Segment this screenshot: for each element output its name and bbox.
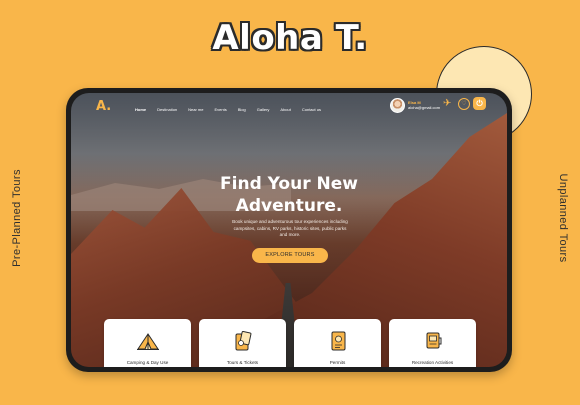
nav-home[interactable]: Home [135,107,146,112]
hero-title-line-1: Find Your New [220,174,358,194]
explore-tours-button[interactable]: EXPLORE TOURS [252,248,328,263]
heart-icon[interactable]: ♡ [458,98,470,110]
category-card-recreation[interactable]: Recreation Activities [389,319,476,367]
category-card-permits[interactable]: Permits [294,319,381,367]
nav-links: Home Destination Near me Events Blog Gal… [135,107,332,112]
ticket-icon [235,331,251,351]
category-card-camping[interactable]: Camping & Day Use [104,319,191,367]
nav-blog[interactable]: Blog [238,107,246,112]
activities-icon [426,332,441,349]
permit-icon [331,331,345,351]
nav-events[interactable]: Events [214,107,226,112]
category-label: Tours & Tickets [226,360,259,365]
category-label: Recreation Activities [411,360,454,365]
nav-about[interactable]: About [280,107,290,112]
top-navbar: A. Home Destination Near me Events Blog … [71,93,507,123]
category-card-tours-tickets[interactable]: Tours & Tickets [199,319,286,367]
app-screen: A. Home Destination Near me Events Blog … [71,93,507,367]
app-logo[interactable]: A. [96,99,111,114]
user-avatar[interactable] [390,98,405,113]
nav-near-me[interactable]: Near me [188,107,203,112]
plane-icon[interactable]: ✈ [443,99,451,109]
nav-gallery[interactable]: Gallery [257,107,270,112]
hero-title-line-2: Adventure. [235,196,343,216]
hero-title: Find Your New Adventure. [71,173,507,217]
nav-destination[interactable]: Destination [157,107,177,112]
category-cards: Camping & Day Use Tours & Tickets Permit… [104,319,476,367]
hero-subtitle: Book unique and adventurous tour experie… [232,219,348,237]
unplanned-tours-label: Unplanned Tours [557,173,569,263]
category-label: Camping & Day Use [126,360,169,365]
tent-icon [136,333,159,350]
category-label: Permits [329,360,346,365]
device-frame: A. Home Destination Near me Events Blog … [66,88,512,372]
pre-planned-tours-label: Pre-Planned Tours [11,169,23,267]
nav-contact-us[interactable]: Contact us [302,107,321,112]
power-icon[interactable]: ⏻ [473,97,486,110]
user-email: aloha@gmail.com [408,105,441,110]
